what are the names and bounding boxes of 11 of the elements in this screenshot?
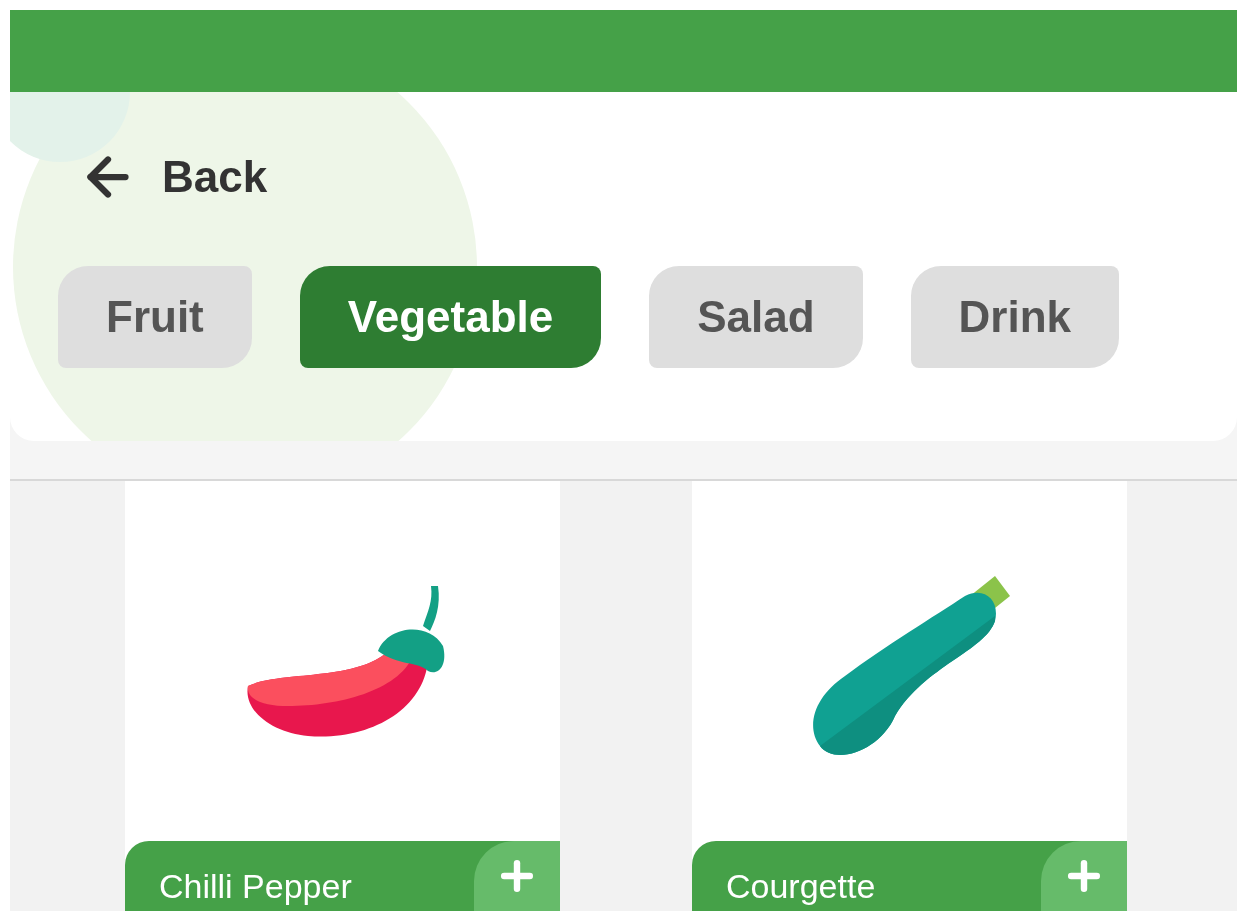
category-tab[interactable]: Salad [649, 266, 863, 368]
product-card[interactable]: Chilli Pepper [125, 481, 560, 911]
category-tab[interactable]: Vegetable [299, 266, 602, 368]
product-card[interactable]: Courgette [692, 481, 1127, 911]
add-button[interactable] [1041, 841, 1127, 911]
back-button[interactable]: Back [58, 144, 268, 210]
category-tab[interactable]: Drink [910, 266, 1120, 368]
product-name: Chilli Pepper [158, 865, 352, 907]
product-name: Courgette [725, 865, 876, 907]
category-tab[interactable]: Fruit [58, 266, 252, 368]
add-button[interactable] [474, 841, 560, 911]
